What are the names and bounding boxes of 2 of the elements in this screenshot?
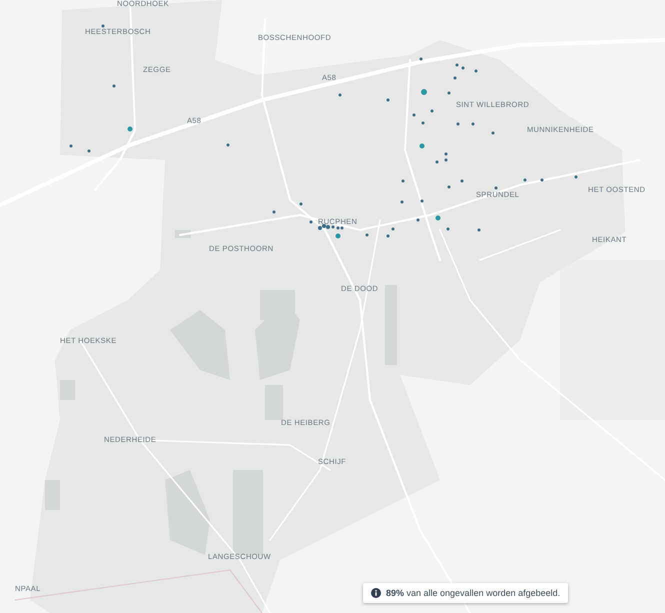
- info-icon: [371, 588, 381, 598]
- info-text: 89% van alle ongevallen worden afgebeeld.: [386, 588, 560, 598]
